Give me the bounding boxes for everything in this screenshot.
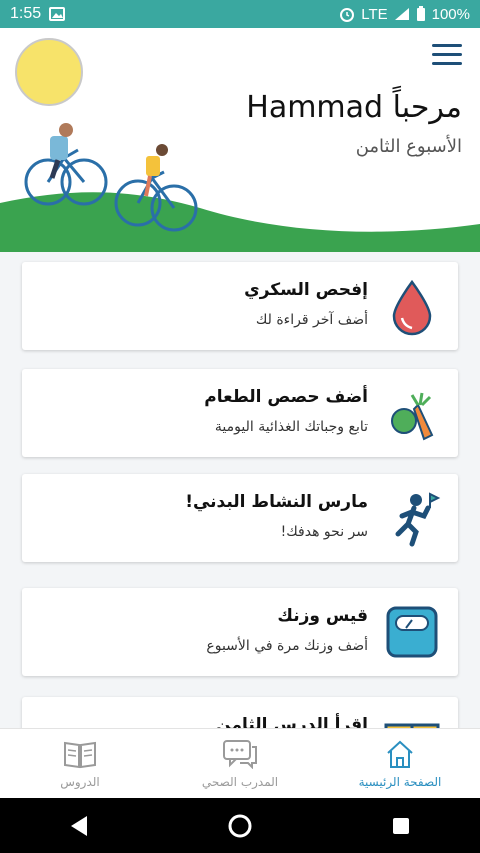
card-add-meals[interactable]: أضف حصص الطعام تابع وجباتك الغذائية اليو… (22, 369, 458, 457)
card-title: إقرأ الدرس الثامن (216, 715, 368, 728)
bottom-navigation: الدروس المدرب الصحي الصفحة الرئيسية (0, 728, 480, 798)
card-title: مارس النشاط البدني! (185, 492, 368, 512)
greeting-title: مرحباً Hammad (246, 90, 462, 125)
recents-icon[interactable] (391, 816, 411, 836)
card-weigh[interactable]: قيس وزنك أضف وزنك مرة في الأسبوع (22, 588, 458, 676)
status-bar: 1:55 LTE 100% (0, 0, 480, 28)
alarm-icon (340, 8, 355, 22)
home-icon (387, 740, 413, 768)
nav-health-coach[interactable]: المدرب الصحي (160, 729, 320, 798)
chat-icon (223, 739, 257, 769)
scale-icon (386, 606, 438, 658)
sun-illustration (15, 38, 83, 106)
card-title: أضف حصص الطعام (204, 387, 368, 407)
card-subtitle: أضف وزنك مرة في الأسبوع (206, 638, 368, 654)
menu-icon[interactable] (432, 44, 462, 68)
card-title: قيس وزنك (277, 606, 368, 626)
network-label: LTE (361, 5, 388, 23)
signal-icon (394, 8, 409, 20)
card-check-sugar[interactable]: إفحص السكري أضف آخر قراءة لك (22, 262, 458, 350)
nav-label: الدروس (60, 774, 100, 789)
nav-home[interactable]: الصفحة الرئيسية (320, 729, 480, 798)
image-notification-icon (49, 7, 66, 21)
runner-icon (395, 492, 441, 547)
nav-label: الصفحة الرئيسية (358, 774, 442, 789)
back-icon[interactable] (69, 815, 89, 837)
battery-label: 100% (431, 5, 470, 23)
vegetables-icon (391, 392, 434, 441)
header: مرحباً Hammad الأسبوع الثامن (0, 28, 480, 252)
home-button-icon[interactable] (228, 814, 252, 838)
card-physical-activity[interactable]: مارس النشاط البدني! سر نحو هدفك! (22, 474, 458, 562)
card-subtitle: أضف آخر قراءة لك (255, 312, 368, 328)
nav-label: المدرب الصحي (201, 774, 279, 789)
card-title: إفحص السكري (244, 280, 368, 300)
system-navigation-bar (0, 798, 480, 853)
blood-drop-icon (392, 279, 432, 336)
card-subtitle: تابع وجباتك الغذائية اليومية (214, 419, 368, 435)
nav-lessons[interactable]: الدروس (0, 729, 160, 798)
book-open-icon (64, 741, 96, 768)
card-subtitle: سر نحو هدفك! (280, 524, 368, 540)
card-read-lesson[interactable]: إقرأ الدرس الثامن (22, 697, 458, 728)
status-time: 1:55 (10, 5, 42, 22)
battery-icon (416, 6, 425, 21)
task-cards-list: إفحص السكري أضف آخر قراءة لك أضف حصص الط… (0, 252, 480, 728)
week-subtitle: الأسبوع الثامن (355, 136, 462, 157)
book-icon (384, 723, 440, 728)
